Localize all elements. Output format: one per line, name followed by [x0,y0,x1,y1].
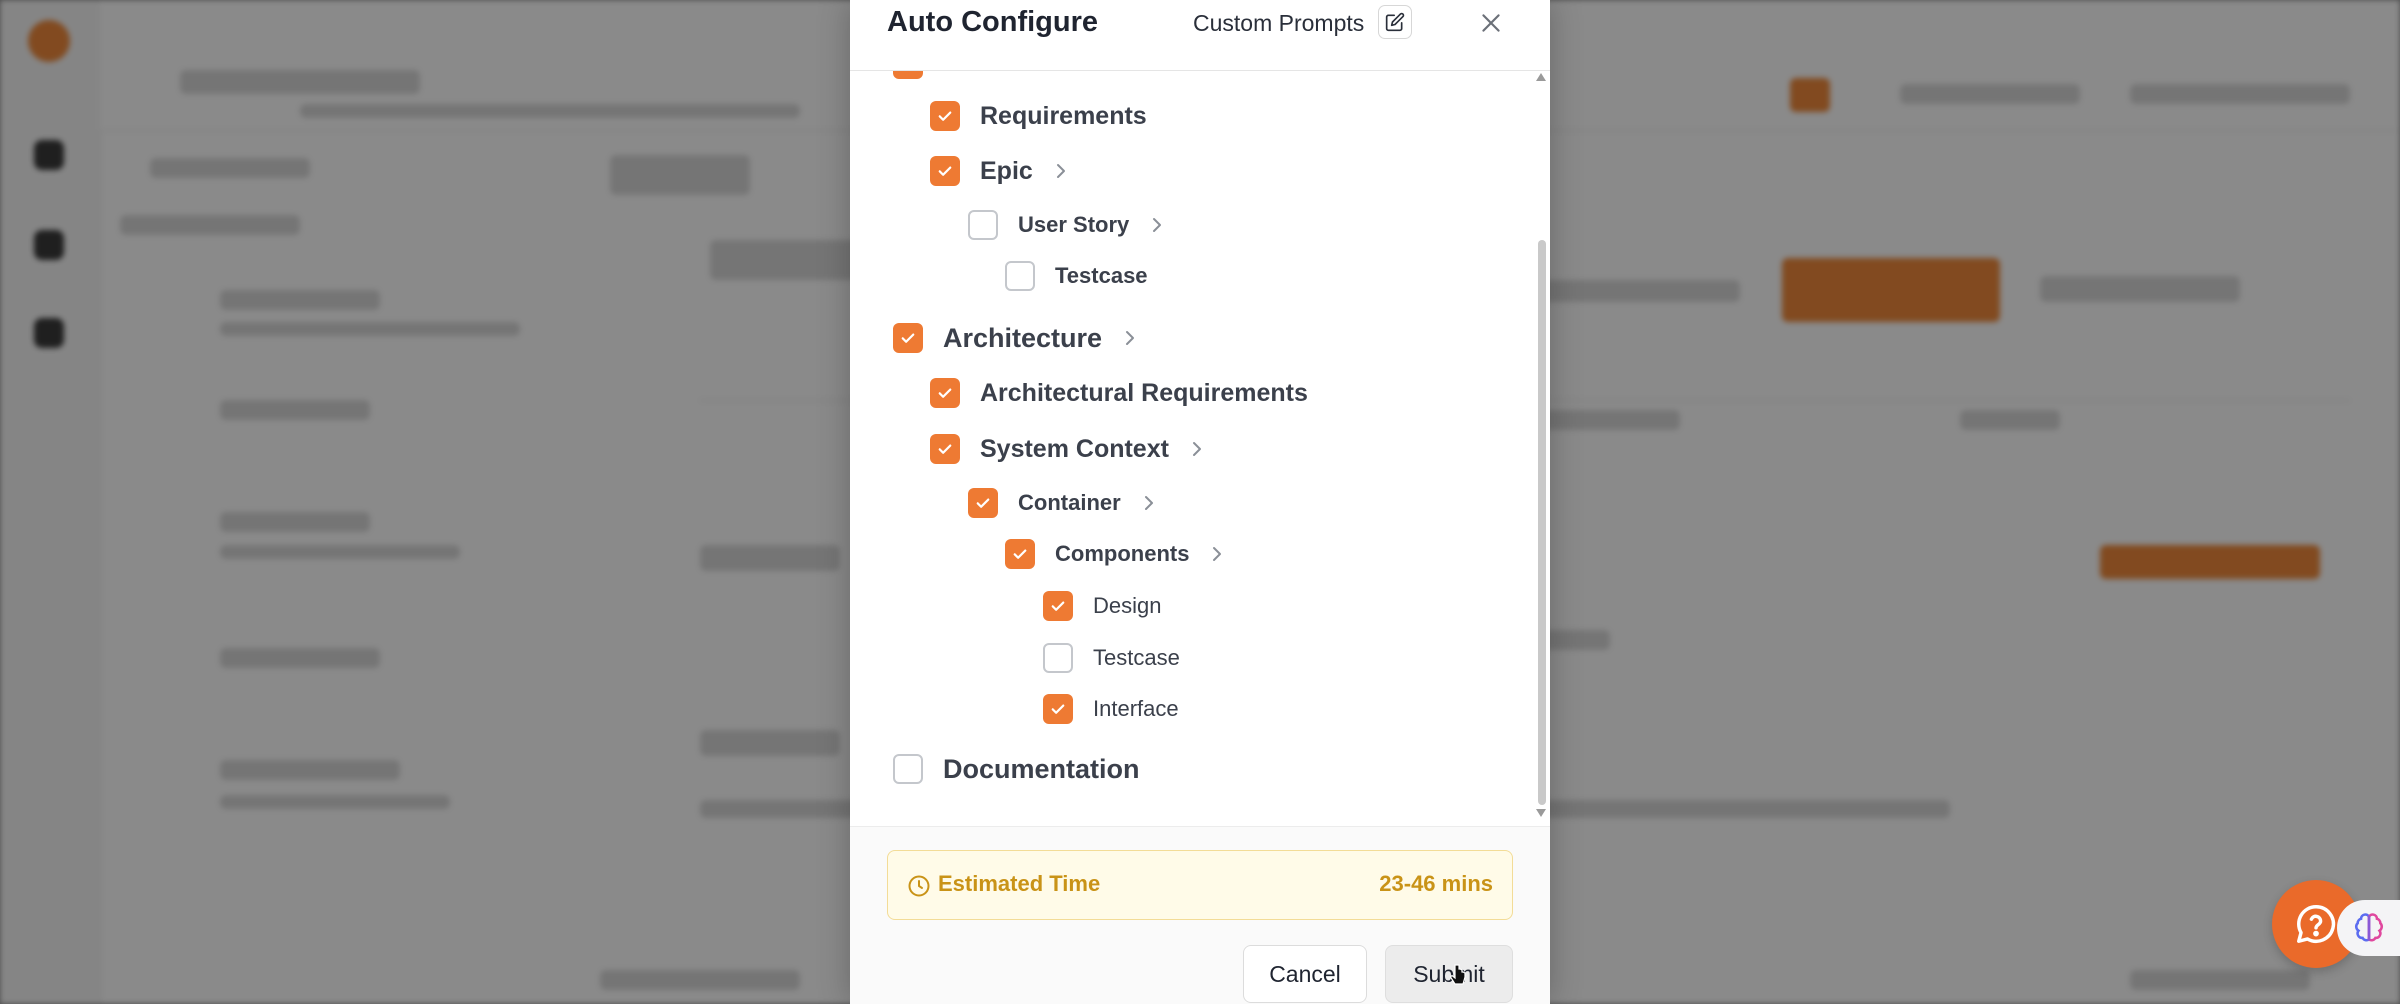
check-icon [938,111,952,121]
tree-item-label: Container [1018,490,1121,515]
tree-item-documentation[interactable]: Documentation [893,749,1140,789]
chevron-right-icon[interactable] [1053,162,1069,180]
check-icon [938,388,952,398]
check-icon [901,333,915,343]
tree-item-label: User Story [1018,212,1130,237]
chevron-right-icon[interactable] [1189,440,1205,458]
tree-item-label: Documentation [943,753,1140,784]
tree-checkbox[interactable] [893,71,923,79]
tree-item-label: Testcase [1055,263,1148,288]
tree-checkbox[interactable] [1043,591,1073,621]
check-icon [1051,601,1065,611]
tree-item-label: Requirements [980,101,1147,130]
chevron-right-icon[interactable] [1209,545,1225,563]
tree-item-testcase[interactable]: Testcase [1043,638,1180,678]
tree-checkbox[interactable] [968,488,998,518]
estimated-time-label: Estimated Time [938,871,1101,896]
tree-item-label: Architectural Requirements [980,378,1308,407]
tree-item-label: Epic [980,156,1033,185]
chevron-right-icon[interactable] [1122,329,1138,347]
tree-checkbox[interactable] [1043,643,1073,673]
tree-item-architecture[interactable]: Architecture [893,318,1138,358]
custom-prompts-edit-button[interactable] [1378,5,1412,39]
tree-checkbox[interactable] [1005,261,1035,291]
tree-item-user-story[interactable]: User Story [968,205,1165,245]
check-icon [1013,549,1027,559]
tree-item-label: Design [1093,593,1162,618]
tree-item-label: Interface [1093,696,1179,721]
tree-item-requirements[interactable]: Requirements [930,96,1147,136]
tree-item-design[interactable]: Design [1043,586,1161,626]
tree-checkbox[interactable] [930,156,960,186]
tree-item-system-context[interactable]: System Context [930,429,1205,469]
scroll-down-icon[interactable] [1535,808,1547,818]
modal-header: Auto Configure Custom Prompts [850,0,1550,71]
brain-icon [2354,913,2383,942]
estimated-time-value: 23-46 mins [1379,871,1493,896]
tree-checkbox[interactable] [968,210,998,240]
edit-icon [1385,12,1405,32]
tree-item-architectural-requirements[interactable]: Architectural Requirements [930,373,1308,413]
tree-item-interface[interactable]: Interface [1043,689,1179,729]
config-tree: Requirements Epic User Story Testcase Archit… [850,71,1550,825]
check-icon [938,166,952,176]
scroll-up-icon[interactable] [1535,72,1547,82]
chevron-right-icon[interactable] [1141,494,1157,512]
tree-checkbox[interactable] [893,323,923,353]
tree-checkbox[interactable] [930,378,960,408]
close-button[interactable] [1474,6,1508,40]
clock-icon [908,875,930,897]
tree-item-epic[interactable]: Epic [930,151,1069,191]
help-chat-icon [2297,905,2336,943]
check-icon [1051,704,1065,714]
mouse-cursor-icon [1449,964,1466,985]
brain-assistant-button[interactable] [2337,900,2400,956]
tree-checkbox[interactable] [930,434,960,464]
chevron-right-icon[interactable] [1149,216,1165,234]
estimated-time-box: Estimated Time 23-46 mins [887,850,1513,920]
tree-item-label: Testcase [1093,645,1180,670]
tree-item-label: Architecture [943,322,1103,353]
tree-item-testcase[interactable]: Testcase [1005,256,1148,296]
tree-checkbox[interactable] [893,754,923,784]
close-icon [1482,14,1500,32]
tree-item-components[interactable]: Components [1005,534,1225,574]
tree-item-label: Components [1055,541,1190,566]
tree-checkbox[interactable] [1043,694,1073,724]
scrollbar-thumb[interactable] [1538,240,1546,805]
tree-item-label: System Context [980,434,1169,463]
auto-configure-modal: Auto Configure Custom Prompts Requiremen… [850,0,1550,1004]
custom-prompts-label: Custom Prompts [1193,10,1365,36]
modal-title: Auto Configure [887,6,1099,38]
tree-checkbox[interactable] [930,101,960,131]
cancel-button[interactable]: Cancel [1243,945,1367,1003]
check-icon [976,498,990,508]
tree-checkbox[interactable] [1005,539,1035,569]
check-icon [938,444,952,454]
tree-item-container[interactable]: Container [968,483,1157,523]
